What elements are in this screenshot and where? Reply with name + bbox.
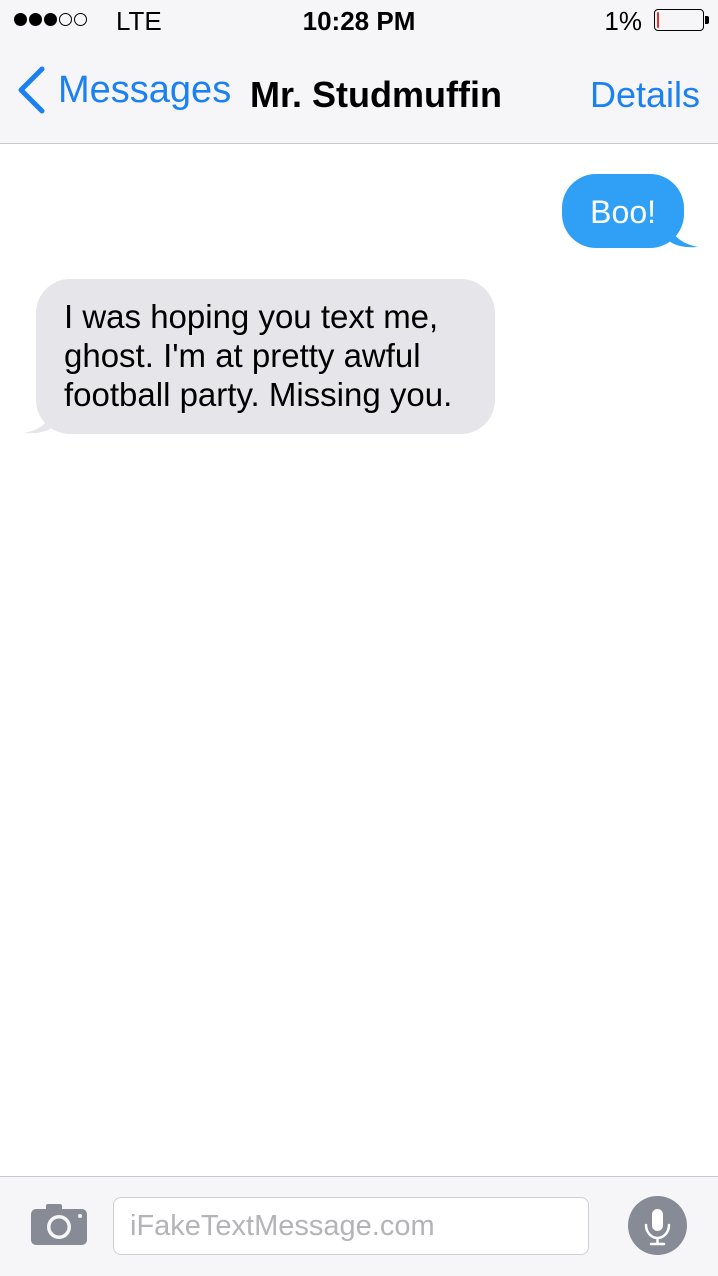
microphone-icon [644,1209,671,1246]
contact-name-title: Mr. Studmuffin [250,74,502,115]
header-area: LTE 10:28 PM 1% Messages Mr. Studmuffin … [0,0,718,144]
back-button[interactable]: Messages [16,66,231,114]
message-text: I was hoping you text me, ghost. I'm at … [64,298,453,413]
navigation-bar: Messages Mr. Studmuffin Details [0,44,718,143]
back-label: Messages [58,68,232,111]
chevron-left-icon [18,66,45,114]
messages-screen: LTE 10:28 PM 1% Messages Mr. Studmuffin … [0,0,718,1276]
incoming-message-bubble[interactable]: I was hoping you text me, ghost. I'm at … [24,279,495,434]
camera-icon [31,1204,87,1245]
message-composer [0,1176,718,1276]
battery-nub [705,16,709,24]
details-button[interactable]: Details [590,74,700,116]
outgoing-message-bubble[interactable]: Boo! [562,174,698,248]
bubble-tail [24,408,54,434]
conversation-area: Boo! I was hoping you text me, ghost. I'… [0,144,718,1176]
battery-percent: 1% [604,6,642,36]
microphone-button[interactable] [628,1196,687,1255]
battery-level [657,12,659,28]
message-input[interactable] [113,1197,589,1255]
status-bar: LTE 10:28 PM 1% [0,0,718,44]
message-text: Boo! [590,194,656,230]
camera-button[interactable] [30,1202,88,1251]
battery-icon [654,9,709,31]
bubble-tail [668,222,698,248]
